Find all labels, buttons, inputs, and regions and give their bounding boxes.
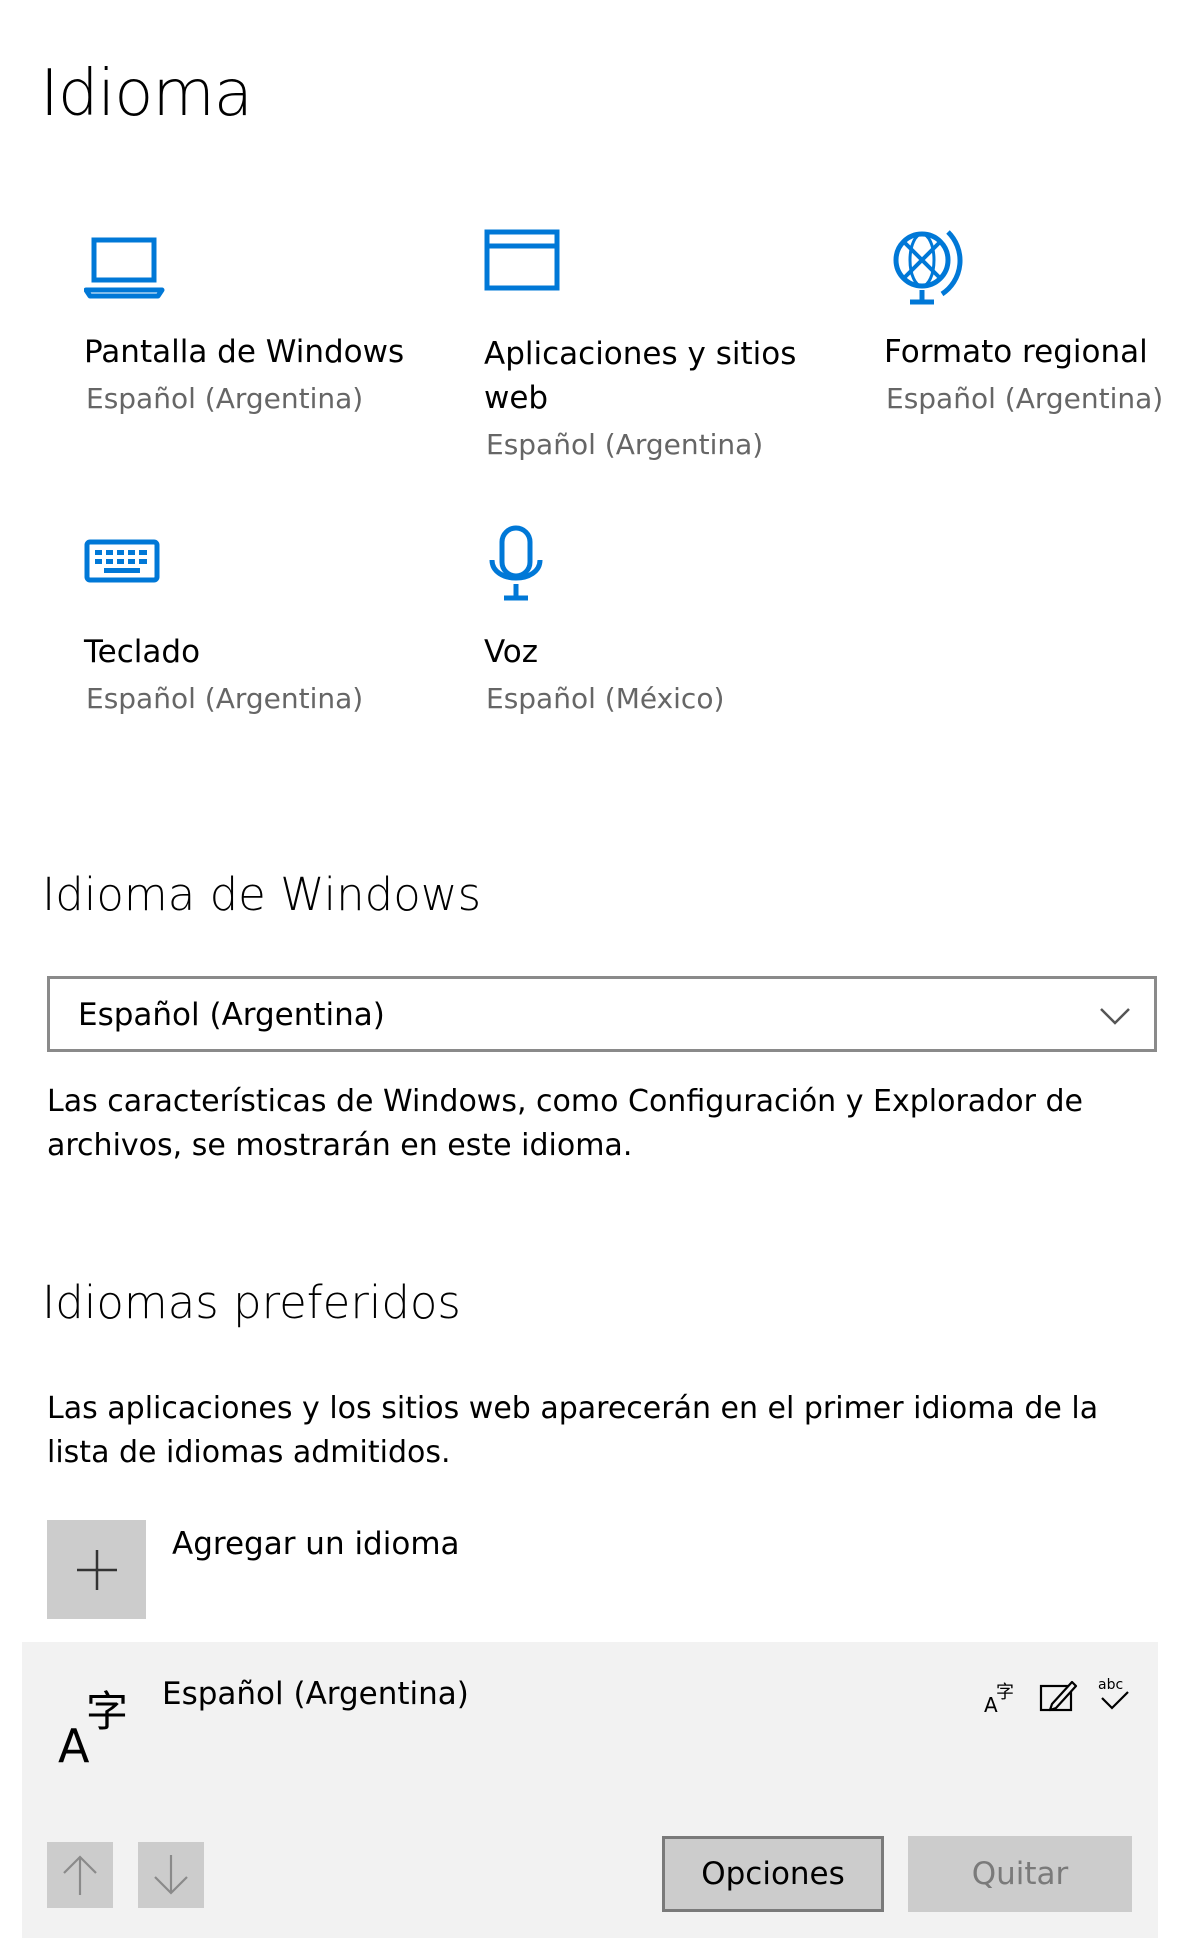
tile-subtitle: Español (Argentina) (86, 382, 364, 415)
language-name: Español (Argentina) (162, 1676, 469, 1712)
laptop-icon (83, 222, 174, 312)
tile-title: Voz (484, 634, 539, 670)
tile-subtitle: Español (Argentina) (886, 382, 1164, 415)
move-down-button[interactable] (138, 1842, 204, 1908)
svg-text:字: 字 (996, 1682, 1014, 1703)
preferred-languages-heading: Idiomas preferidos (42, 1276, 461, 1329)
move-up-button[interactable] (47, 1842, 113, 1908)
svg-text:字: 字 (86, 1687, 128, 1736)
keyboard-icon (84, 522, 174, 612)
description-line: Las características de Windows, como Con… (47, 1084, 1083, 1119)
language-icon: A 字 (56, 1678, 146, 1773)
tile-apps-websites[interactable]: Aplicaciones y sitios web Español (Argen… (484, 222, 844, 472)
display-language-icon: A 字 (982, 1676, 1024, 1718)
add-language-label[interactable]: Agregar un idioma (172, 1522, 460, 1566)
preferred-languages-description: Las aplicaciones y los sitios web aparec… (47, 1387, 1177, 1475)
windows-language-dropdown[interactable]: Español (Argentina) (47, 976, 1157, 1052)
dropdown-selected-value: Español (Argentina) (78, 997, 385, 1033)
add-language-button[interactable] (47, 1520, 146, 1619)
spellcheck-icon: abc (1094, 1672, 1136, 1714)
window-icon (484, 222, 574, 312)
microphone-icon (484, 522, 574, 612)
globe-icon (884, 222, 974, 312)
tile-subtitle: Español (Argentina) (486, 428, 764, 461)
tile-speech[interactable]: Voz Español (México) (484, 522, 844, 732)
tile-title: Formato regional (884, 334, 1148, 370)
arrow-down-icon (151, 1853, 191, 1901)
remove-button[interactable]: Quitar (908, 1836, 1132, 1912)
tile-subtitle: Español (Argentina) (86, 682, 364, 715)
svg-text:abc: abc (1098, 1677, 1123, 1693)
tile-title-line-2: web (484, 380, 549, 416)
options-button[interactable]: Opciones (662, 1836, 884, 1912)
language-list-item[interactable]: A 字 Español (Argentina) A 字 abc Opciones… (22, 1642, 1158, 1938)
tile-subtitle: Español (México) (486, 682, 725, 715)
tile-title: Teclado (84, 634, 201, 670)
windows-language-heading: Idioma de Windows (42, 868, 482, 921)
description-line: archivos, se mostrarán en este idioma. (47, 1128, 633, 1163)
description-line: Las aplicaciones y los sitios web aparec… (47, 1391, 1099, 1426)
arrow-up-icon (60, 1853, 100, 1901)
windows-language-description: Las características de Windows, como Con… (47, 1080, 1177, 1168)
page-title: Idioma (40, 57, 253, 131)
description-line: lista de idiomas admitidos. (47, 1435, 451, 1470)
tile-title-line-1: Aplicaciones y sitios (484, 336, 797, 372)
handwriting-icon (1038, 1676, 1080, 1718)
tile-regional-format[interactable]: Formato regional Español (Argentina) (884, 222, 1200, 432)
tile-title: Pantalla de Windows (84, 334, 405, 370)
chevron-down-icon (1098, 999, 1132, 1033)
tile-keyboard[interactable]: Teclado Español (Argentina) (84, 522, 444, 732)
tile-windows-display[interactable]: Pantalla de Windows Español (Argentina) (83, 222, 444, 432)
plus-icon (74, 1547, 120, 1597)
